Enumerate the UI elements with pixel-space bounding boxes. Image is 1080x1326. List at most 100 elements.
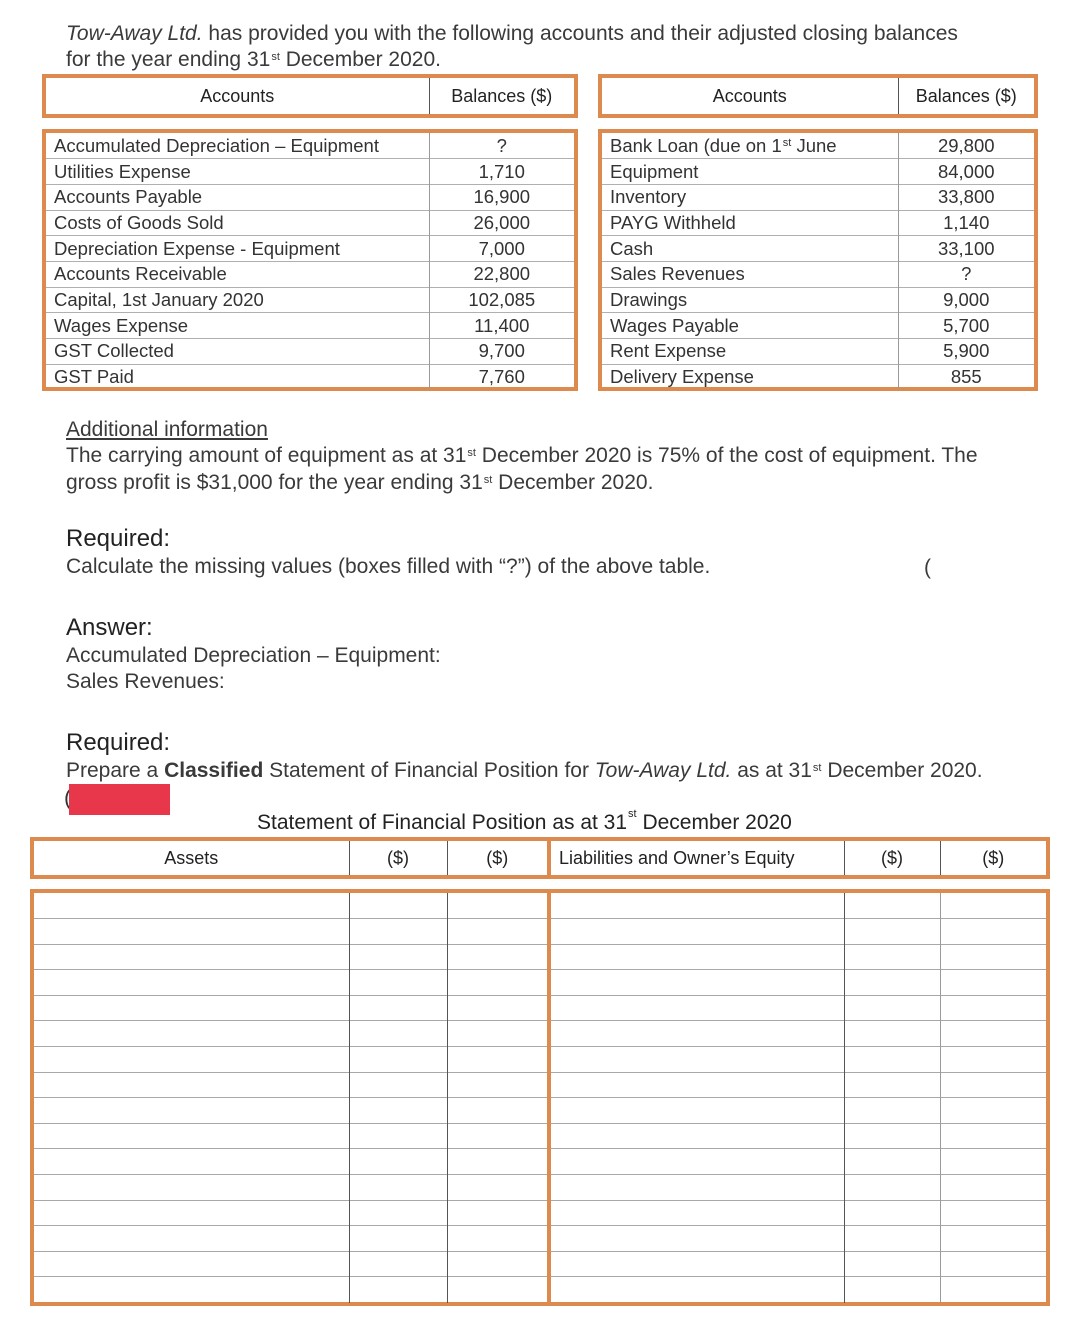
asset-amount-cell[interactable] bbox=[348, 893, 447, 919]
liability-equity-total-cell[interactable] bbox=[939, 893, 1046, 919]
asset-amount-cell[interactable] bbox=[348, 1174, 447, 1201]
asset-amount-cell[interactable] bbox=[348, 1148, 447, 1175]
asset-name-cell[interactable] bbox=[34, 943, 349, 970]
liability-equity-name-cell[interactable] bbox=[547, 943, 844, 970]
liability-equity-total-cell[interactable] bbox=[939, 1199, 1046, 1226]
liability-equity-name-cell[interactable] bbox=[547, 1122, 844, 1149]
liability-equity-total-cell[interactable] bbox=[939, 1250, 1046, 1277]
asset-name-cell[interactable] bbox=[34, 1122, 349, 1149]
liability-equity-name-cell[interactable] bbox=[547, 918, 844, 945]
liability-equity-name-cell[interactable] bbox=[547, 1046, 844, 1073]
liability-equity-amount-cell[interactable] bbox=[843, 1250, 940, 1277]
liability-equity-total-cell[interactable] bbox=[939, 1276, 1046, 1303]
liability-equity-name-cell[interactable] bbox=[547, 1020, 844, 1047]
asset-amount-cell[interactable] bbox=[348, 1020, 447, 1047]
liability-equity-amount-cell[interactable] bbox=[843, 1097, 940, 1124]
liability-equity-name-cell[interactable] bbox=[547, 969, 844, 996]
liability-equity-total-cell[interactable] bbox=[939, 994, 1046, 1021]
asset-name-cell[interactable] bbox=[34, 1199, 349, 1226]
liability-equity-total-cell[interactable] bbox=[939, 943, 1046, 970]
liability-equity-total-cell[interactable] bbox=[939, 1071, 1046, 1098]
liability-equity-name-cell[interactable] bbox=[547, 1174, 844, 1201]
liability-equity-total-cell[interactable] bbox=[939, 1148, 1046, 1175]
asset-total-cell[interactable] bbox=[446, 1225, 549, 1252]
asset-amount-cell[interactable] bbox=[348, 1276, 447, 1303]
asset-total-cell[interactable] bbox=[446, 1071, 549, 1098]
asset-name-cell[interactable] bbox=[34, 1225, 349, 1252]
liability-equity-name-cell[interactable] bbox=[547, 994, 844, 1021]
asset-total-cell[interactable] bbox=[446, 1097, 549, 1124]
liability-equity-amount-cell[interactable] bbox=[843, 918, 940, 945]
liability-equity-amount-cell[interactable] bbox=[843, 1199, 940, 1226]
asset-amount-cell[interactable] bbox=[348, 1122, 447, 1149]
asset-amount-cell[interactable] bbox=[348, 1225, 447, 1252]
asset-total-cell[interactable] bbox=[446, 969, 549, 996]
asset-total-cell[interactable] bbox=[446, 1046, 549, 1073]
asset-total-cell[interactable] bbox=[446, 1148, 549, 1175]
liability-equity-name-cell[interactable] bbox=[547, 1276, 844, 1303]
liability-equity-total-cell[interactable] bbox=[939, 918, 1046, 945]
asset-total-cell[interactable] bbox=[446, 1122, 549, 1149]
asset-amount-cell[interactable] bbox=[348, 1071, 447, 1098]
intro-line-1: Tow-Away Ltd. has provided you with the … bbox=[66, 22, 958, 45]
asset-name-cell[interactable] bbox=[34, 893, 349, 919]
liability-equity-amount-cell[interactable] bbox=[843, 1148, 940, 1175]
asset-amount-cell[interactable] bbox=[348, 1046, 447, 1073]
asset-amount-cell[interactable] bbox=[348, 994, 447, 1021]
asset-total-cell[interactable] bbox=[446, 1276, 549, 1303]
liability-equity-total-cell[interactable] bbox=[939, 1122, 1046, 1149]
liability-equity-name-cell[interactable] bbox=[547, 1250, 844, 1277]
asset-amount-cell[interactable] bbox=[348, 1199, 447, 1226]
asset-amount-cell[interactable] bbox=[348, 1250, 447, 1277]
asset-total-cell[interactable] bbox=[446, 1020, 549, 1047]
liability-equity-name-cell[interactable] bbox=[547, 1148, 844, 1175]
asset-total-cell[interactable] bbox=[446, 1199, 549, 1226]
account-balance: 102,085 bbox=[428, 286, 574, 313]
liability-equity-amount-cell[interactable] bbox=[843, 893, 940, 919]
liability-equity-total-cell[interactable] bbox=[939, 969, 1046, 996]
asset-amount-cell[interactable] bbox=[348, 918, 447, 945]
asset-total-cell[interactable] bbox=[446, 1174, 549, 1201]
liability-equity-total-cell[interactable] bbox=[939, 1020, 1046, 1047]
liability-equity-amount-cell[interactable] bbox=[843, 943, 940, 970]
liability-equity-name-cell[interactable] bbox=[547, 893, 844, 919]
asset-name-cell[interactable] bbox=[34, 1276, 349, 1303]
account-row: Rent Expense 5,900 bbox=[602, 338, 1034, 365]
liability-equity-total-cell[interactable] bbox=[939, 1097, 1046, 1124]
asset-total-cell[interactable] bbox=[446, 994, 549, 1021]
liability-equity-amount-cell[interactable] bbox=[843, 1020, 940, 1047]
asset-name-cell[interactable] bbox=[34, 1097, 349, 1124]
liability-equity-amount-cell[interactable] bbox=[843, 1276, 940, 1303]
asset-amount-cell[interactable] bbox=[348, 969, 447, 996]
liability-equity-total-cell[interactable] bbox=[939, 1174, 1046, 1201]
liability-equity-name-cell[interactable] bbox=[547, 1225, 844, 1252]
asset-name-cell[interactable] bbox=[34, 918, 349, 945]
asset-total-cell[interactable] bbox=[446, 1250, 549, 1277]
asset-name-cell[interactable] bbox=[34, 1148, 349, 1175]
asset-total-cell[interactable] bbox=[446, 893, 549, 919]
liability-equity-name-cell[interactable] bbox=[547, 1097, 844, 1124]
liability-equity-amount-cell[interactable] bbox=[843, 994, 940, 1021]
asset-amount-cell[interactable] bbox=[348, 943, 447, 970]
asset-name-cell[interactable] bbox=[34, 994, 349, 1021]
asset-name-cell[interactable] bbox=[34, 1250, 349, 1277]
liability-equity-amount-cell[interactable] bbox=[843, 1225, 940, 1252]
asset-name-cell[interactable] bbox=[34, 1174, 349, 1201]
account-name: GST Paid bbox=[46, 363, 429, 390]
asset-name-cell[interactable] bbox=[34, 969, 349, 996]
liability-equity-total-cell[interactable] bbox=[939, 1046, 1046, 1073]
liability-equity-total-cell[interactable] bbox=[939, 1225, 1046, 1252]
liability-equity-amount-cell[interactable] bbox=[843, 1071, 940, 1098]
liability-equity-amount-cell[interactable] bbox=[843, 1046, 940, 1073]
liability-equity-name-cell[interactable] bbox=[547, 1199, 844, 1226]
asset-name-cell[interactable] bbox=[34, 1046, 349, 1073]
asset-name-cell[interactable] bbox=[34, 1071, 349, 1098]
liability-equity-amount-cell[interactable] bbox=[843, 1122, 940, 1149]
asset-name-cell[interactable] bbox=[34, 1020, 349, 1047]
liability-equity-name-cell[interactable] bbox=[547, 1071, 844, 1098]
asset-amount-cell[interactable] bbox=[348, 1097, 447, 1124]
liability-equity-amount-cell[interactable] bbox=[843, 969, 940, 996]
liability-equity-amount-cell[interactable] bbox=[843, 1174, 940, 1201]
asset-total-cell[interactable] bbox=[446, 918, 549, 945]
asset-total-cell[interactable] bbox=[446, 943, 549, 970]
